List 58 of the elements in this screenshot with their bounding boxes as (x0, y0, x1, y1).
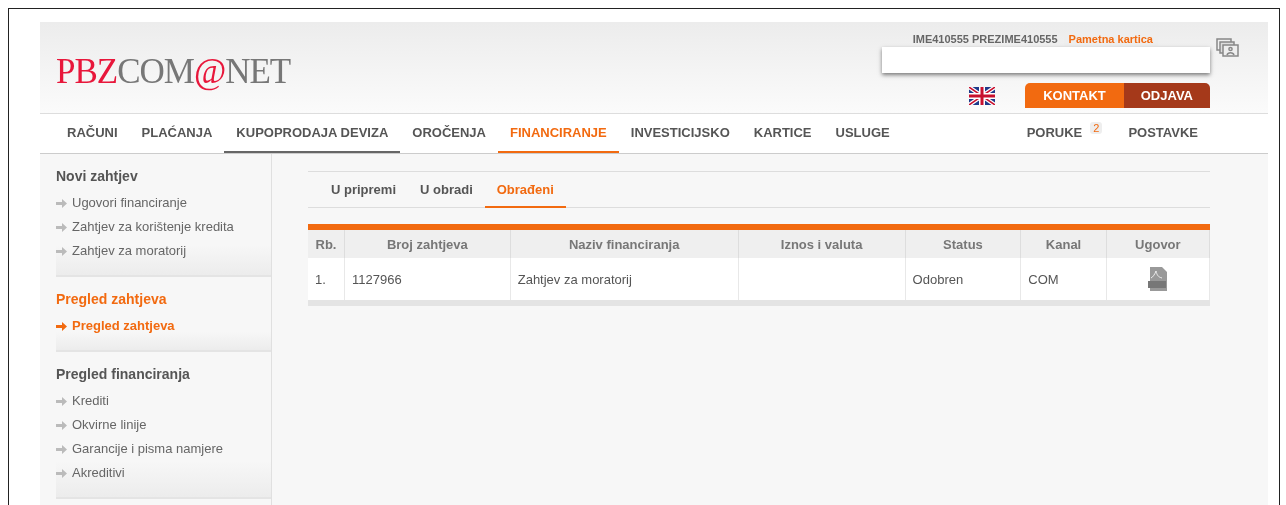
column-header: Iznos i valuta (738, 227, 906, 258)
count-badge: 2 (1090, 121, 1103, 134)
column-header: Ugovor (1106, 227, 1210, 258)
column-header: Broj zahtjeva (344, 227, 511, 258)
sidebar-item[interactable]: Krediti (56, 389, 271, 413)
uk-flag-icon[interactable] (969, 87, 996, 105)
sidebar-item[interactable]: Akreditivi (56, 461, 271, 485)
pdf-document-icon[interactable] (1147, 267, 1168, 291)
nav-tab[interactable]: INVESTICIJSKO (618, 114, 742, 153)
arrow-icon (56, 246, 67, 256)
input-field[interactable] (882, 47, 1210, 73)
sidebar-item[interactable]: Garancije i pisma namjere (56, 437, 271, 461)
sidebar-item-label: Krediti (72, 392, 109, 410)
tab[interactable]: U obradi (408, 172, 485, 208)
table-cell: 1127966 (344, 258, 511, 303)
sidebar-item[interactable]: Zahtjev za moratorij (56, 239, 271, 263)
arrow-icon (56, 222, 67, 232)
sidebar-heading: Pregled zahtjeva (56, 291, 168, 307)
nav-tab[interactable]: USLUGE (823, 114, 902, 153)
sidebar-item[interactable]: Zahtjev za korištenje kredita (56, 215, 271, 239)
table-cell: Zahtjev za moratorij (510, 258, 739, 303)
arrow-icon (56, 396, 67, 406)
nav-tab[interactable]: FINANCIRANJE (498, 114, 619, 153)
tab[interactable]: U pripremi (319, 172, 408, 208)
arrow-icon (56, 198, 67, 208)
sidebar-item-label: Zahtjev za korištenje kredita (72, 218, 234, 236)
nav-tab[interactable]: PLAĆANJA (129, 114, 225, 153)
table-cell: COM (1020, 258, 1107, 303)
column-header: Status (905, 227, 1021, 258)
arrow-icon (56, 420, 67, 430)
table-cell: 1. (308, 258, 345, 303)
sidebar-item-label: Akreditivi (72, 464, 125, 482)
sidebar-item-label: Okvirne linije (72, 416, 147, 434)
logout-button[interactable]: ODJAVA (1123, 83, 1210, 108)
sidebar-item-label: Zahtjev za moratorij (72, 242, 187, 260)
table-cell: Odobren (905, 258, 1021, 303)
nav-tab[interactable]: OROČENJA (400, 114, 498, 153)
contact-button[interactable]: KONTAKT (1025, 83, 1124, 108)
sidebar-item-label: Garancije i pisma namjere (72, 440, 223, 458)
column-header: Kanal (1020, 227, 1107, 258)
arrow-icon (56, 468, 67, 478)
sidebar-item-label: Pregled zahtjeva (72, 317, 175, 335)
sidebar-heading: Novi zahtjev (56, 168, 139, 184)
logo[interactable]: PBZCOM@NET (40, 22, 291, 113)
nav-tab[interactable]: RAČUNI (55, 114, 130, 153)
nav-link[interactable]: POSTAVKE (1116, 114, 1210, 153)
sidebar-item-label: Ugovori financiranje (72, 194, 187, 212)
user-name: IME410555 PREZIME410555 (912, 33, 1058, 45)
arrow-icon (56, 444, 67, 454)
nav-tab[interactable]: KARTICE (741, 114, 824, 153)
nav-link[interactable]: PORUKE (1014, 114, 1083, 153)
column-header: Naziv financiranja (510, 227, 739, 258)
sidebar-heading: Pregled financiranja (56, 366, 191, 382)
sidebar-item[interactable]: Ugovori financiranje (56, 191, 271, 215)
column-header: Rb. (308, 227, 345, 258)
arrow-icon (56, 321, 67, 331)
screens-icon[interactable] (1216, 38, 1240, 58)
sidebar-item[interactable]: Okvirne linije (56, 413, 271, 437)
